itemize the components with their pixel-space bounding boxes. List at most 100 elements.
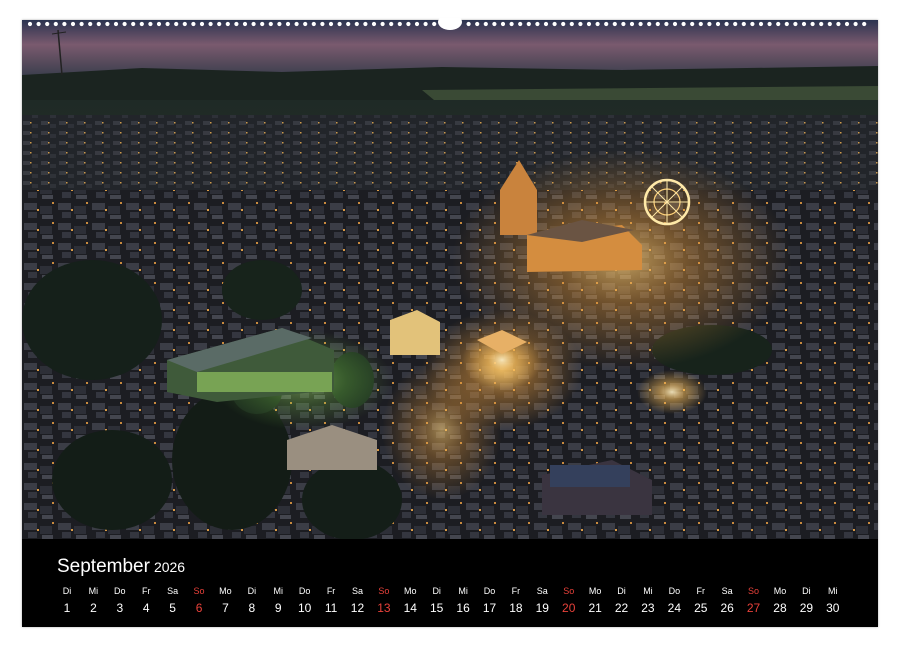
month-name: September: [57, 556, 150, 577]
day-grid: Di 1 Mi 2 Do 3 Fr 4 Sa 5 So 6 Mo 7 Di 8 Mi 9 Do 10 Fr 11 Sa 12 S…: [55, 585, 845, 615]
day-number: 6: [195, 601, 203, 615]
day-number: 24: [667, 601, 682, 615]
binding-ring: [827, 21, 832, 27]
binding-ring: [776, 21, 781, 27]
binding-ring: [423, 21, 428, 27]
binding-ring: [328, 21, 334, 27]
weekday-label: Mi: [643, 586, 653, 596]
binding-ring: [225, 21, 230, 27]
day-number: 28: [773, 601, 787, 615]
binding-ring: [569, 21, 574, 27]
weekday-label: So: [563, 586, 575, 596]
binding-ring: [96, 21, 101, 27]
weekday-label: Mi: [828, 586, 838, 596]
day-column: Mi 9: [266, 585, 290, 615]
day-column: Mo 28: [768, 585, 792, 615]
month-title: September 2026: [57, 556, 185, 578]
binding-ring: [853, 21, 858, 27]
binding-ring: [432, 21, 437, 27]
binding-ring: [724, 21, 729, 27]
weekday-label: Do: [483, 586, 496, 596]
binding-ring: [36, 21, 41, 27]
binding-ring: [629, 21, 635, 27]
binding-ring: [612, 21, 617, 27]
binding-ring: [578, 21, 583, 27]
weekday-label: Do: [668, 586, 681, 596]
binding-ring: [113, 21, 119, 27]
day-number: 22: [614, 601, 629, 615]
day-number: 19: [535, 601, 549, 615]
binding-ring: [690, 21, 695, 27]
binding-ring: [139, 21, 144, 27]
weekday-label: Mi: [273, 586, 284, 596]
day-column: Sa 12: [345, 585, 369, 615]
binding-ring: [475, 21, 480, 27]
binding-ring: [88, 21, 93, 27]
day-number: 5: [169, 601, 176, 615]
weekday-label: Mo: [588, 586, 602, 596]
day-number: 9: [274, 601, 282, 615]
binding-ring: [647, 21, 652, 27]
weekday-label: So: [378, 586, 390, 596]
day-number: 25: [694, 601, 708, 615]
day-number: 7: [222, 601, 229, 615]
year-label: 2026: [153, 559, 186, 575]
binding-ring: [251, 21, 256, 27]
day-column: Di 15: [425, 585, 449, 615]
day-column: Di 29: [794, 585, 818, 615]
day-number: 8: [248, 601, 256, 615]
day-column: Fr 18: [504, 585, 528, 615]
day-column: So 6: [187, 585, 211, 615]
binding-ring: [466, 21, 471, 27]
binding-ring: [414, 21, 420, 27]
day-column: Do 24: [662, 585, 686, 615]
day-column: Mi 16: [451, 585, 475, 615]
binding-ring: [354, 21, 359, 27]
weekday-label: Fr: [141, 586, 151, 596]
binding-ring: [793, 21, 798, 27]
weekday-label: Mo: [219, 586, 232, 596]
binding-ring: [552, 21, 557, 27]
day-number: 2: [90, 601, 97, 615]
binding-ring: [655, 21, 660, 27]
day-number: 13: [377, 601, 391, 615]
binding-ring: [750, 21, 755, 27]
day-number: 29: [799, 601, 814, 615]
binding-ring: [698, 21, 703, 27]
day-number: 11: [324, 601, 338, 615]
day-column: Mo 14: [398, 585, 422, 615]
day-column: Di 22: [610, 585, 634, 615]
day-number: 30: [826, 601, 840, 615]
day-column: Mi 30: [821, 585, 845, 615]
day-column: So 13: [372, 585, 396, 615]
binding-ring: [397, 21, 402, 27]
binding-ring: [363, 21, 368, 27]
day-number: 23: [641, 601, 655, 615]
binding-ring: [27, 21, 33, 27]
binding-ring: [500, 21, 506, 27]
binding-ring: [156, 21, 162, 27]
binding-ring: [509, 21, 514, 27]
day-number: 27: [746, 601, 761, 615]
binding-ring: [285, 21, 291, 27]
day-number: 12: [350, 601, 365, 615]
binding-ring: [268, 21, 273, 27]
day-number: 1: [63, 601, 71, 615]
binding-ring: [638, 21, 643, 27]
binding-ring: [234, 21, 239, 27]
binding-ring: [526, 21, 531, 27]
binding-ring: [371, 21, 377, 27]
weekday-label: So: [748, 586, 760, 596]
day-column: Sa 19: [530, 585, 554, 615]
binding-ring: [242, 21, 248, 27]
binding-ring: [277, 21, 282, 27]
binding-ring: [595, 21, 600, 27]
binding-ring: [45, 21, 50, 27]
binding-ring: [165, 21, 170, 27]
binding-ring: [543, 21, 549, 27]
binding-ring: [844, 21, 850, 27]
weekday-label: Mi: [88, 586, 99, 596]
weekday-label: Do: [114, 586, 126, 596]
day-column: Di 1: [55, 585, 79, 615]
day-number: 17: [482, 601, 497, 615]
